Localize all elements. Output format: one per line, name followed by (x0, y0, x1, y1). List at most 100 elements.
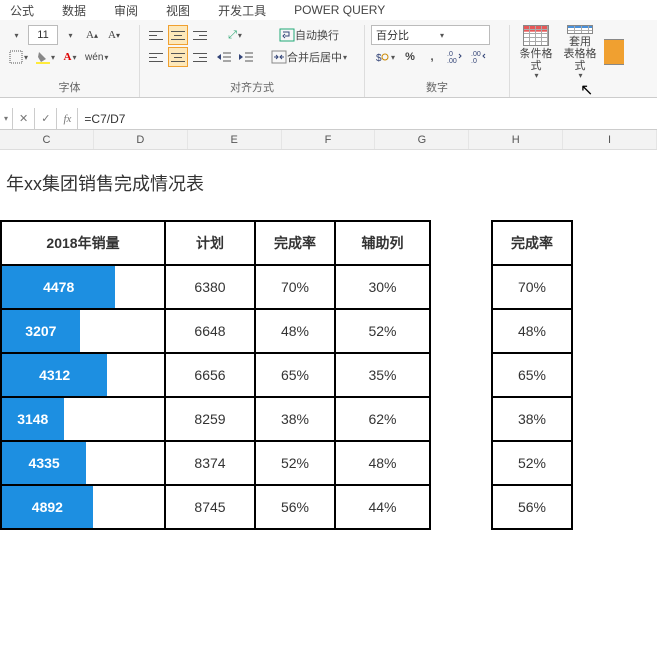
side-cell-rate[interactable]: 56% (492, 485, 572, 529)
side-table: 完成率 70%48%65%38%52%56% (491, 220, 573, 530)
table-format-button[interactable]: 套用 表格格式▾ (560, 25, 600, 81)
cell-aux[interactable]: 52% (335, 309, 430, 353)
font-family-dropdown[interactable]: ▾ (6, 25, 26, 45)
menu-powerquery[interactable]: POWER QUERY (294, 3, 385, 17)
pinyin-button[interactable]: wén▾ (82, 47, 111, 67)
side-cell-rate[interactable]: 65% (492, 353, 572, 397)
font-size-dropdown[interactable]: ▾ (60, 25, 80, 45)
table-row: 4335837452%48% (1, 441, 430, 485)
svg-text:.00: .00 (447, 58, 457, 64)
align-right-button[interactable] (190, 47, 210, 67)
cell-aux[interactable]: 30% (335, 265, 430, 309)
worksheet-area[interactable]: 年xx集团销售完成情况表 2018年销量 计划 完成率 辅助列 44786380… (0, 150, 657, 530)
dec-decimal-icon: .00.0 (471, 50, 487, 64)
decrease-indent-button[interactable] (214, 47, 234, 67)
increase-indent-button[interactable] (236, 47, 256, 67)
conditional-format-button[interactable]: 条件格式▾ (516, 25, 556, 81)
cell-plan[interactable]: 8745 (165, 485, 255, 529)
number-format-select[interactable]: 百分比▾ (371, 25, 490, 45)
align-middle-button[interactable] (168, 25, 188, 45)
align-top-button[interactable] (146, 25, 166, 45)
font-color-button[interactable]: A▾ (60, 47, 80, 67)
cell-aux[interactable]: 62% (335, 397, 430, 441)
cell-rate[interactable]: 48% (255, 309, 335, 353)
increase-decimal-button[interactable]: .0.00 (444, 47, 466, 67)
cell-rate[interactable]: 70% (255, 265, 335, 309)
header-plan[interactable]: 计划 (165, 221, 255, 265)
align-center-button[interactable] (168, 47, 188, 67)
border-icon (9, 50, 23, 64)
cell-sales[interactable]: 3148 (1, 397, 165, 441)
cell-styles-button[interactable] (604, 25, 624, 81)
header-rate[interactable]: 完成率 (255, 221, 335, 265)
formula-accept-button[interactable]: ✓ (35, 108, 57, 129)
cell-aux[interactable]: 35% (335, 353, 430, 397)
cell-aux[interactable]: 44% (335, 485, 430, 529)
increase-font-button[interactable]: A▴ (82, 25, 102, 45)
menu-devtools[interactable]: 开发工具 (218, 2, 266, 19)
header-sales[interactable]: 2018年销量 (1, 221, 165, 265)
side-cell-rate[interactable]: 52% (492, 441, 572, 485)
column-header-H[interactable]: H (469, 130, 563, 149)
header-aux[interactable]: 辅助列 (335, 221, 430, 265)
wrap-text-button[interactable]: 自动换行 (266, 25, 352, 45)
cell-plan[interactable]: 6656 (165, 353, 255, 397)
cell-rate[interactable]: 38% (255, 397, 335, 441)
merge-center-button[interactable]: 合并后居中▾ (266, 47, 352, 67)
menu-data[interactable]: 数据 (62, 2, 86, 19)
cell-plan[interactable]: 6648 (165, 309, 255, 353)
percent-button[interactable]: % (400, 47, 420, 67)
cell-sales[interactable]: 4312 (1, 353, 165, 397)
cell-rate[interactable]: 56% (255, 485, 335, 529)
table-row: 70% (492, 265, 572, 309)
side-cell-rate[interactable]: 38% (492, 397, 572, 441)
formula-bar: ▾ ✕ ✓ fx =C7/D7 (0, 108, 657, 130)
decrease-decimal-button[interactable]: .00.0 (468, 47, 490, 67)
cell-plan[interactable]: 6380 (165, 265, 255, 309)
column-header-D[interactable]: D (94, 130, 188, 149)
cell-plan[interactable]: 8374 (165, 441, 255, 485)
formula-input[interactable]: =C7/D7 (78, 108, 657, 129)
align-left-button[interactable] (146, 47, 166, 67)
currency-button[interactable]: $▾ (371, 47, 398, 67)
column-header-I[interactable]: I (563, 130, 657, 149)
cell-rate[interactable]: 65% (255, 353, 335, 397)
fill-color-button[interactable]: ▾ (33, 47, 58, 67)
menu-view[interactable]: 视图 (166, 2, 190, 19)
column-header-G[interactable]: G (375, 130, 469, 149)
orientation-button[interactable]: ⤢▾ (214, 25, 256, 45)
cell-sales[interactable]: 3207 (1, 309, 165, 353)
align-right-icon (193, 51, 207, 63)
data-bar: 4312 (2, 354, 107, 396)
paint-bucket-icon (36, 50, 50, 64)
side-cell-rate[interactable]: 48% (492, 309, 572, 353)
font-size-input[interactable]: 11 (28, 25, 58, 45)
table-format-icon (567, 25, 593, 34)
menu-formula[interactable]: 公式 (10, 2, 34, 19)
cell-sales[interactable]: 4478 (1, 265, 165, 309)
align-middle-icon (171, 29, 185, 41)
cell-aux[interactable]: 48% (335, 441, 430, 485)
table-row: 4478638070%30% (1, 265, 430, 309)
fx-button[interactable]: fx (57, 108, 78, 129)
align-top-icon (149, 29, 163, 41)
menu-review[interactable]: 审阅 (114, 2, 138, 19)
number-group-label: 数字 (371, 79, 503, 97)
decrease-font-button[interactable]: A▾ (104, 25, 124, 45)
table-row: 38% (492, 397, 572, 441)
formula-cancel-button[interactable]: ✕ (13, 108, 35, 129)
border-button[interactable]: ▾ (6, 47, 31, 67)
column-header-E[interactable]: E (188, 130, 282, 149)
cell-rate[interactable]: 52% (255, 441, 335, 485)
side-header[interactable]: 完成率 (492, 221, 572, 265)
cell-sales[interactable]: 4892 (1, 485, 165, 529)
side-cell-rate[interactable]: 70% (492, 265, 572, 309)
column-header-F[interactable]: F (282, 130, 376, 149)
comma-button[interactable]: , (422, 47, 442, 67)
cell-sales[interactable]: 4335 (1, 441, 165, 485)
name-box-dropdown[interactable]: ▾ (0, 108, 13, 129)
currency-icon: $ (374, 50, 390, 64)
cell-plan[interactable]: 8259 (165, 397, 255, 441)
column-header-C[interactable]: C (0, 130, 94, 149)
align-bottom-button[interactable] (190, 25, 210, 45)
